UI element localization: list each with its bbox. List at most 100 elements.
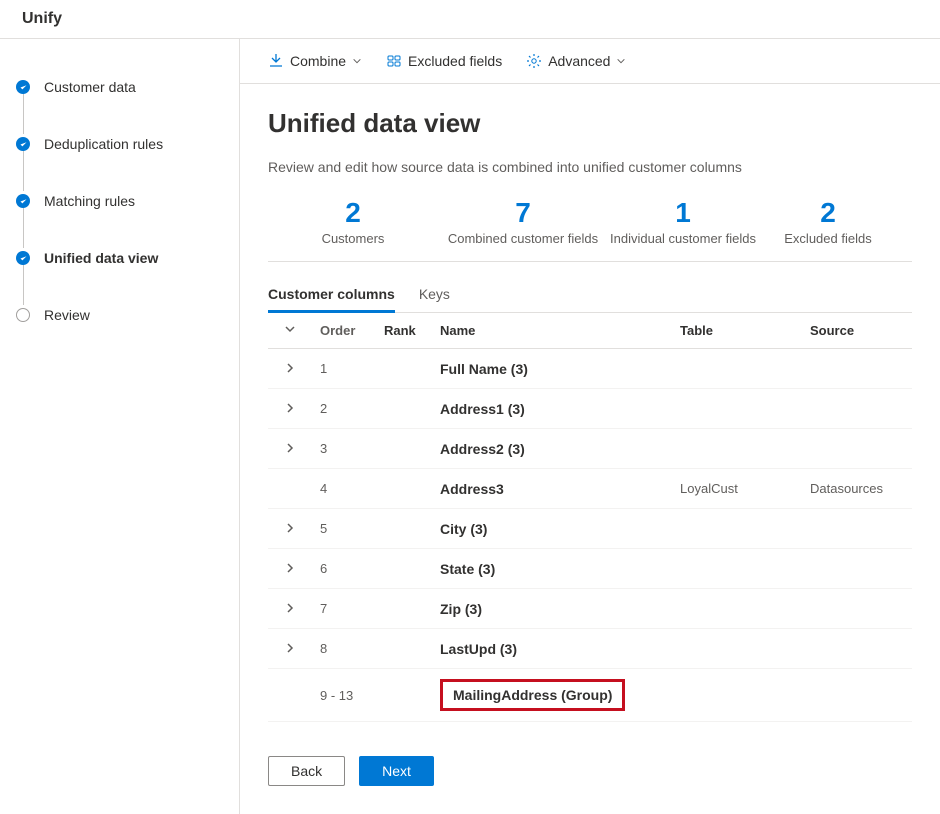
cell-order: 1 [312, 349, 376, 389]
highlighted-field: MailingAddress (Group) [440, 679, 625, 711]
cell-order: 5 [312, 509, 376, 549]
chevron-down-icon [284, 323, 296, 335]
stat-combined-fields: 7 Combined customer fields [438, 197, 608, 247]
cell-name: Address2 (3) [432, 429, 672, 469]
wizard-steps: Customer data Deduplication rules Matchi… [16, 79, 223, 323]
table-row[interactable]: 2 Address1 (3) [268, 389, 912, 429]
table-row[interactable]: 4Address3LoyalCustDatasources [268, 469, 912, 509]
cell-name: LastUpd (3) [432, 629, 672, 669]
cell-name: Address1 (3) [432, 389, 672, 429]
cell-name: Full Name (3) [432, 349, 672, 389]
cell-table [672, 429, 802, 469]
col-header-table[interactable]: Table [672, 313, 802, 349]
cell-order: 3 [312, 429, 376, 469]
stat-customers: 2 Customers [268, 197, 438, 247]
expand-toggle[interactable] [268, 509, 312, 549]
table-row[interactable]: 3 Address2 (3) [268, 429, 912, 469]
cell-source [802, 589, 912, 629]
cell-source [802, 389, 912, 429]
combine-menu[interactable]: Combine [268, 53, 362, 69]
cell-source [802, 349, 912, 389]
cell-table [672, 629, 802, 669]
step-label: Customer data [44, 79, 136, 95]
next-button[interactable]: Next [359, 756, 434, 786]
step-matching-rules[interactable]: Matching rules [16, 193, 223, 209]
cell-source [802, 509, 912, 549]
cell-name: Address3 [432, 469, 672, 509]
cell-rank [376, 389, 432, 429]
cell-table [672, 509, 802, 549]
stats-row: 2 Customers 7 Combined customer fields 1… [268, 191, 912, 262]
step-unified-data-view[interactable]: Unified data view [16, 250, 223, 266]
cell-order: 4 [312, 469, 376, 509]
cell-table [672, 549, 802, 589]
cell-order: 2 [312, 389, 376, 429]
chevron-right-icon [284, 402, 296, 414]
table-row[interactable]: 5City (3) [268, 509, 912, 549]
cell-rank [376, 509, 432, 549]
cell-source [802, 549, 912, 589]
col-header-name[interactable]: Name [432, 313, 672, 349]
table-row[interactable]: 7Zip (3) [268, 589, 912, 629]
tabs: Customer columns Keys [268, 278, 912, 313]
tab-customer-columns[interactable]: Customer columns [268, 278, 395, 313]
advanced-menu[interactable]: Advanced [526, 53, 626, 69]
stat-excluded-fields: 2 Excluded fields [758, 197, 898, 247]
chevron-right-icon [284, 562, 296, 574]
cell-rank [376, 429, 432, 469]
table-row[interactable]: 9 - 13MailingAddress (Group) [268, 669, 912, 722]
col-header-source[interactable]: Source [802, 313, 912, 349]
toolbar: Combine Excluded fields Advanced [240, 39, 940, 84]
cell-rank [376, 469, 432, 509]
excluded-icon [386, 53, 402, 69]
advanced-label: Advanced [548, 53, 610, 69]
col-header-order[interactable]: Order [312, 313, 376, 349]
chevron-right-icon [284, 522, 296, 534]
cell-table [672, 669, 802, 722]
chevron-right-icon [284, 442, 296, 454]
cell-rank [376, 589, 432, 629]
excluded-fields-button[interactable]: Excluded fields [386, 53, 502, 69]
step-customer-data[interactable]: Customer data [16, 79, 223, 95]
step-label: Matching rules [44, 193, 135, 209]
cell-table [672, 389, 802, 429]
cell-source [802, 669, 912, 722]
tab-keys[interactable]: Keys [419, 278, 450, 312]
step-deduplication-rules[interactable]: Deduplication rules [16, 136, 223, 152]
cell-name: MailingAddress (Group) [432, 669, 672, 722]
circle-icon [16, 308, 30, 322]
col-header-rank[interactable]: Rank [376, 313, 432, 349]
expand-toggle[interactable] [268, 629, 312, 669]
cell-rank [376, 549, 432, 589]
expand-toggle[interactable] [268, 349, 312, 389]
check-icon [16, 137, 30, 151]
cell-rank [376, 629, 432, 669]
chevron-right-icon [284, 642, 296, 654]
expand-toggle[interactable] [268, 389, 312, 429]
table-row[interactable]: 6State (3) [268, 549, 912, 589]
expand-toggle [268, 669, 312, 722]
col-header-sort[interactable] [268, 313, 312, 349]
step-label: Deduplication rules [44, 136, 163, 152]
back-button[interactable]: Back [268, 756, 345, 786]
step-label: Unified data view [44, 250, 158, 266]
expand-toggle[interactable] [268, 589, 312, 629]
cell-rank [376, 669, 432, 722]
step-review[interactable]: Review [16, 307, 223, 323]
page-description: Review and edit how source data is combi… [268, 159, 912, 175]
stat-individual-fields: 1 Individual customer fields [608, 197, 758, 247]
cell-rank [376, 349, 432, 389]
combine-icon [268, 53, 284, 69]
expand-toggle[interactable] [268, 549, 312, 589]
app-title: Unify [0, 0, 940, 39]
chevron-right-icon [284, 362, 296, 374]
excluded-label: Excluded fields [408, 53, 502, 69]
chevron-down-icon [352, 56, 362, 66]
table-row[interactable]: 1 Full Name (3) [268, 349, 912, 389]
page-title: Unified data view [268, 108, 912, 139]
table-row[interactable]: 8LastUpd (3) [268, 629, 912, 669]
cell-source [802, 629, 912, 669]
expand-toggle[interactable] [268, 429, 312, 469]
check-icon [16, 80, 30, 94]
cell-table [672, 349, 802, 389]
